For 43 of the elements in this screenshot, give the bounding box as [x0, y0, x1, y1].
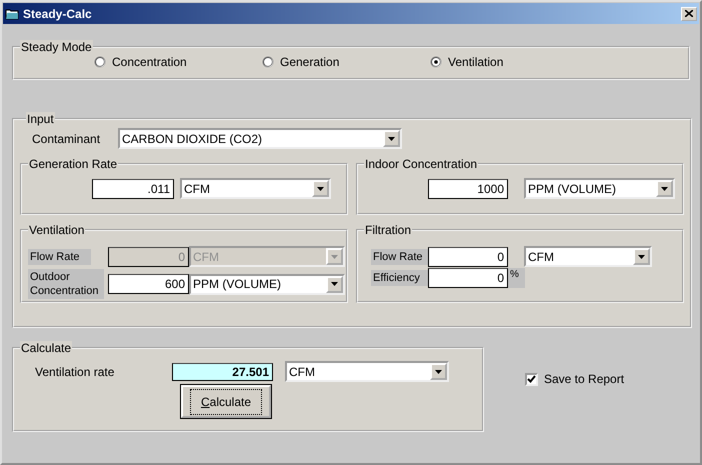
caret-icon	[317, 186, 324, 190]
unit-dropdown[interactable]: CFM	[524, 246, 652, 267]
radio-button[interactable]: Ventilation	[430, 55, 598, 69]
field-label: Flow Rate	[28, 248, 91, 264]
unit-dropdown[interactable]: CFM	[285, 361, 449, 382]
field-label: Efficiency	[371, 270, 428, 286]
value-field[interactable]: 0	[428, 246, 508, 266]
group-title: Indoor Concentration	[364, 157, 478, 171]
percent-sign: %	[508, 268, 525, 288]
close-button[interactable]	[681, 6, 697, 20]
check-icon	[527, 375, 536, 383]
caret-icon	[331, 282, 338, 286]
calculate-button[interactable]: Calculate	[181, 385, 271, 418]
caret-icon	[331, 254, 338, 258]
unit-dropdown[interactable]: CFM	[180, 178, 331, 199]
group-title: Steady Mode	[20, 40, 93, 54]
caret-icon	[435, 370, 442, 374]
group-title: Filtration	[364, 223, 412, 237]
group-title: Calculate	[20, 341, 72, 355]
field-label: Flow Rate	[371, 248, 428, 264]
window-title: Steady-Calc	[23, 6, 93, 20]
group-title: Generation Rate	[28, 157, 118, 171]
value-field[interactable]: 1000	[428, 178, 508, 198]
group-title: Input	[26, 112, 55, 126]
folder-icon	[5, 8, 19, 20]
contaminant-dropdown[interactable]: CARBON DIOXIDE (CO2)	[118, 128, 402, 149]
unit-dropdown[interactable]: PPM (VOLUME)	[189, 274, 345, 294]
close-icon	[685, 10, 693, 17]
radio-button[interactable]: Concentration	[94, 55, 262, 69]
caret-icon	[638, 254, 645, 258]
result-field[interactable]: 27.501	[172, 362, 273, 380]
value-field[interactable]: .011	[92, 178, 174, 198]
value-field[interactable]: 0	[428, 268, 508, 288]
value-field[interactable]: 600	[108, 274, 189, 294]
unit-dropdown[interactable]: PPM (VOLUME)	[524, 178, 675, 199]
caret-icon	[388, 136, 395, 140]
caret-icon	[661, 186, 668, 190]
group-title: Ventilation	[28, 223, 86, 237]
save-to-report-checkbox[interactable]: Save to Report	[525, 372, 624, 386]
field-label: Ventilation rate	[35, 364, 116, 378]
field-label: Outdoor Concentration	[28, 269, 104, 299]
radio-button[interactable]: Generation	[262, 55, 430, 69]
field-label: Contaminant	[32, 132, 102, 146]
